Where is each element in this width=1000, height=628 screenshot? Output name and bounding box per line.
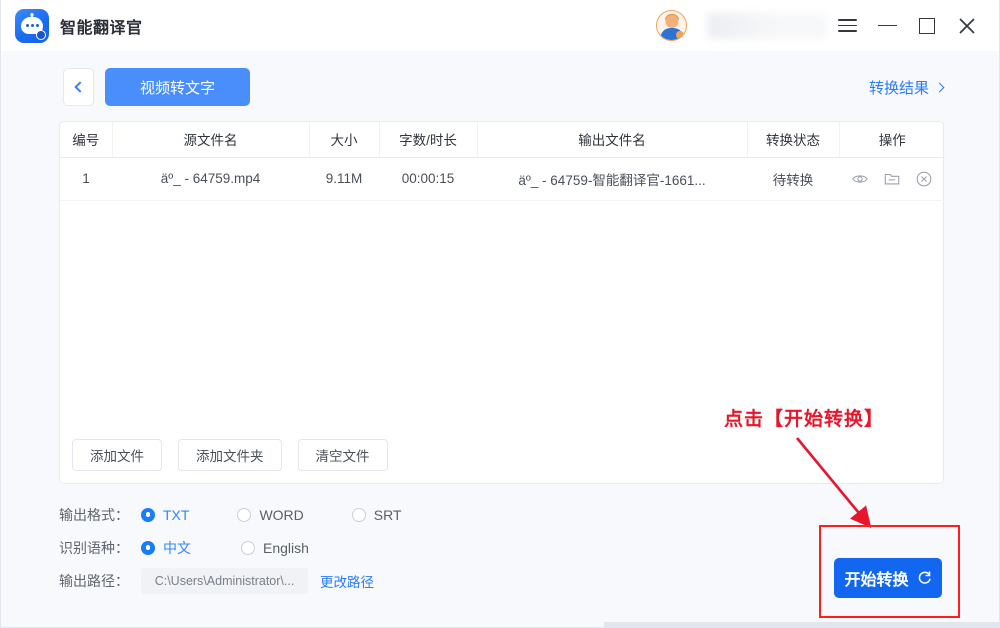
radio-dot-icon xyxy=(351,507,366,522)
table-row[interactable]: 1 äº_ - 64759.mp4 9.11M 00:00:15 äº_ - 6… xyxy=(60,157,945,201)
radio-format-srt-label: SRT xyxy=(373,506,402,523)
cell-duration: 00:00:15 xyxy=(379,157,477,201)
application-window: 智能翻译官 视频转文字 转换结果 编号 源文件名 大小 字数/时长 输出文件名 … xyxy=(0,0,1000,628)
language-label: 识别语种： xyxy=(59,539,129,556)
cell-operations xyxy=(839,157,945,201)
window-bottom-edge xyxy=(604,622,999,627)
avatar[interactable] xyxy=(656,10,687,41)
add-file-button[interactable]: 添加文件 xyxy=(72,439,162,471)
radio-format-srt[interactable]: SRT xyxy=(351,506,402,523)
radio-language-chinese[interactable]: 中文 xyxy=(141,538,191,558)
source-file-name: äº_ - 64759.mp4 xyxy=(160,171,261,186)
radio-format-word-label: WORD xyxy=(259,506,304,523)
title-bar-controls xyxy=(656,0,999,51)
conversion-result-label: 转换结果 xyxy=(868,80,929,97)
username-blurred xyxy=(707,12,827,39)
panel-action-buttons: 添加文件 添加文件夹 清空文件 xyxy=(72,439,388,471)
radio-language-chinese-label: 中文 xyxy=(163,539,191,556)
circle-close-icon[interactable] xyxy=(915,170,933,188)
radio-format-txt-label: TXT xyxy=(163,506,190,523)
back-button[interactable] xyxy=(63,68,94,106)
language-row: 识别语种： 中文 English xyxy=(59,531,402,564)
minimize-icon[interactable] xyxy=(867,0,907,51)
column-header-ops: 操作 xyxy=(839,122,945,158)
column-header-no: 编号 xyxy=(60,122,113,158)
column-header-size: 大小 xyxy=(309,122,380,158)
column-header-duration: 字数/时长 xyxy=(379,122,478,158)
app-title: 智能翻译官 xyxy=(60,19,143,37)
title-bar: 智能翻译官 xyxy=(1,0,999,51)
output-format-label: 输出格式： xyxy=(59,506,129,523)
tab-video-to-text[interactable]: 视频转文字 xyxy=(105,68,250,106)
chevron-right-icon xyxy=(934,82,945,93)
cell-status: 待转换 xyxy=(747,157,839,201)
arrow-down-right-icon xyxy=(795,437,872,529)
cell-file-size: 9.11M xyxy=(309,157,379,201)
toolbar: 视频转文字 转换结果 xyxy=(1,68,999,110)
output-path-label: 输出路径： xyxy=(59,572,129,589)
radio-dot-icon xyxy=(141,507,155,522)
output-path-row: 输出路径： C:\Users\Administrator\... 更改路径 xyxy=(59,564,402,597)
conversion-result-link[interactable]: 转换结果 xyxy=(868,77,945,98)
folder-icon[interactable] xyxy=(883,170,901,188)
column-header-output: 输出文件名 xyxy=(477,122,748,158)
output-format-row: 输出格式： TXT WORD SRT xyxy=(59,498,402,531)
cell-source-name: äº_ - 64759.mp4 xyxy=(112,157,309,201)
cell-output-name: äº_ - 64759-智能翻译官-1661... xyxy=(477,157,747,201)
radio-dot-icon xyxy=(237,507,252,522)
radio-format-txt[interactable]: TXT xyxy=(141,507,189,523)
clear-files-button[interactable]: 清空文件 xyxy=(297,439,388,471)
menu-icon[interactable] xyxy=(827,0,867,51)
settings-section: 输出格式： TXT WORD SRT 识别语种： 中文 English 输出路径… xyxy=(59,498,402,597)
annotation-text: 点击【开始转换】 xyxy=(724,408,885,430)
start-conversion-button[interactable]: 开始转换 xyxy=(834,558,942,598)
output-path-value[interactable]: C:\Users\Administrator\... xyxy=(141,567,308,594)
eye-icon[interactable] xyxy=(851,170,869,188)
app-logo-icon xyxy=(15,8,49,43)
start-conversion-label: 开始转换 xyxy=(844,572,909,589)
file-table: 编号 源文件名 大小 字数/时长 输出文件名 转换状态 操作 1 äº_ - 6… xyxy=(60,122,945,201)
refresh-icon xyxy=(918,571,931,584)
change-path-link[interactable]: 更改路径 xyxy=(320,571,374,591)
cell-row-number: 1 xyxy=(60,157,112,201)
radio-format-word[interactable]: WORD xyxy=(237,506,304,523)
column-header-status: 转换状态 xyxy=(747,122,840,158)
output-file-name: äº_ - 64759-智能翻译官-1661... xyxy=(518,172,706,188)
radio-dot-icon xyxy=(141,540,155,555)
chevron-left-icon xyxy=(74,81,86,93)
column-header-source: 源文件名 xyxy=(112,122,310,158)
table-header-row: 编号 源文件名 大小 字数/时长 输出文件名 转换状态 操作 xyxy=(60,122,945,158)
close-icon[interactable] xyxy=(947,0,987,51)
radio-language-english[interactable]: English xyxy=(241,540,309,556)
maximize-icon[interactable] xyxy=(907,0,947,51)
radio-dot-icon xyxy=(241,540,255,555)
add-folder-button[interactable]: 添加文件夹 xyxy=(178,439,282,471)
radio-language-english-label: English xyxy=(263,539,309,556)
